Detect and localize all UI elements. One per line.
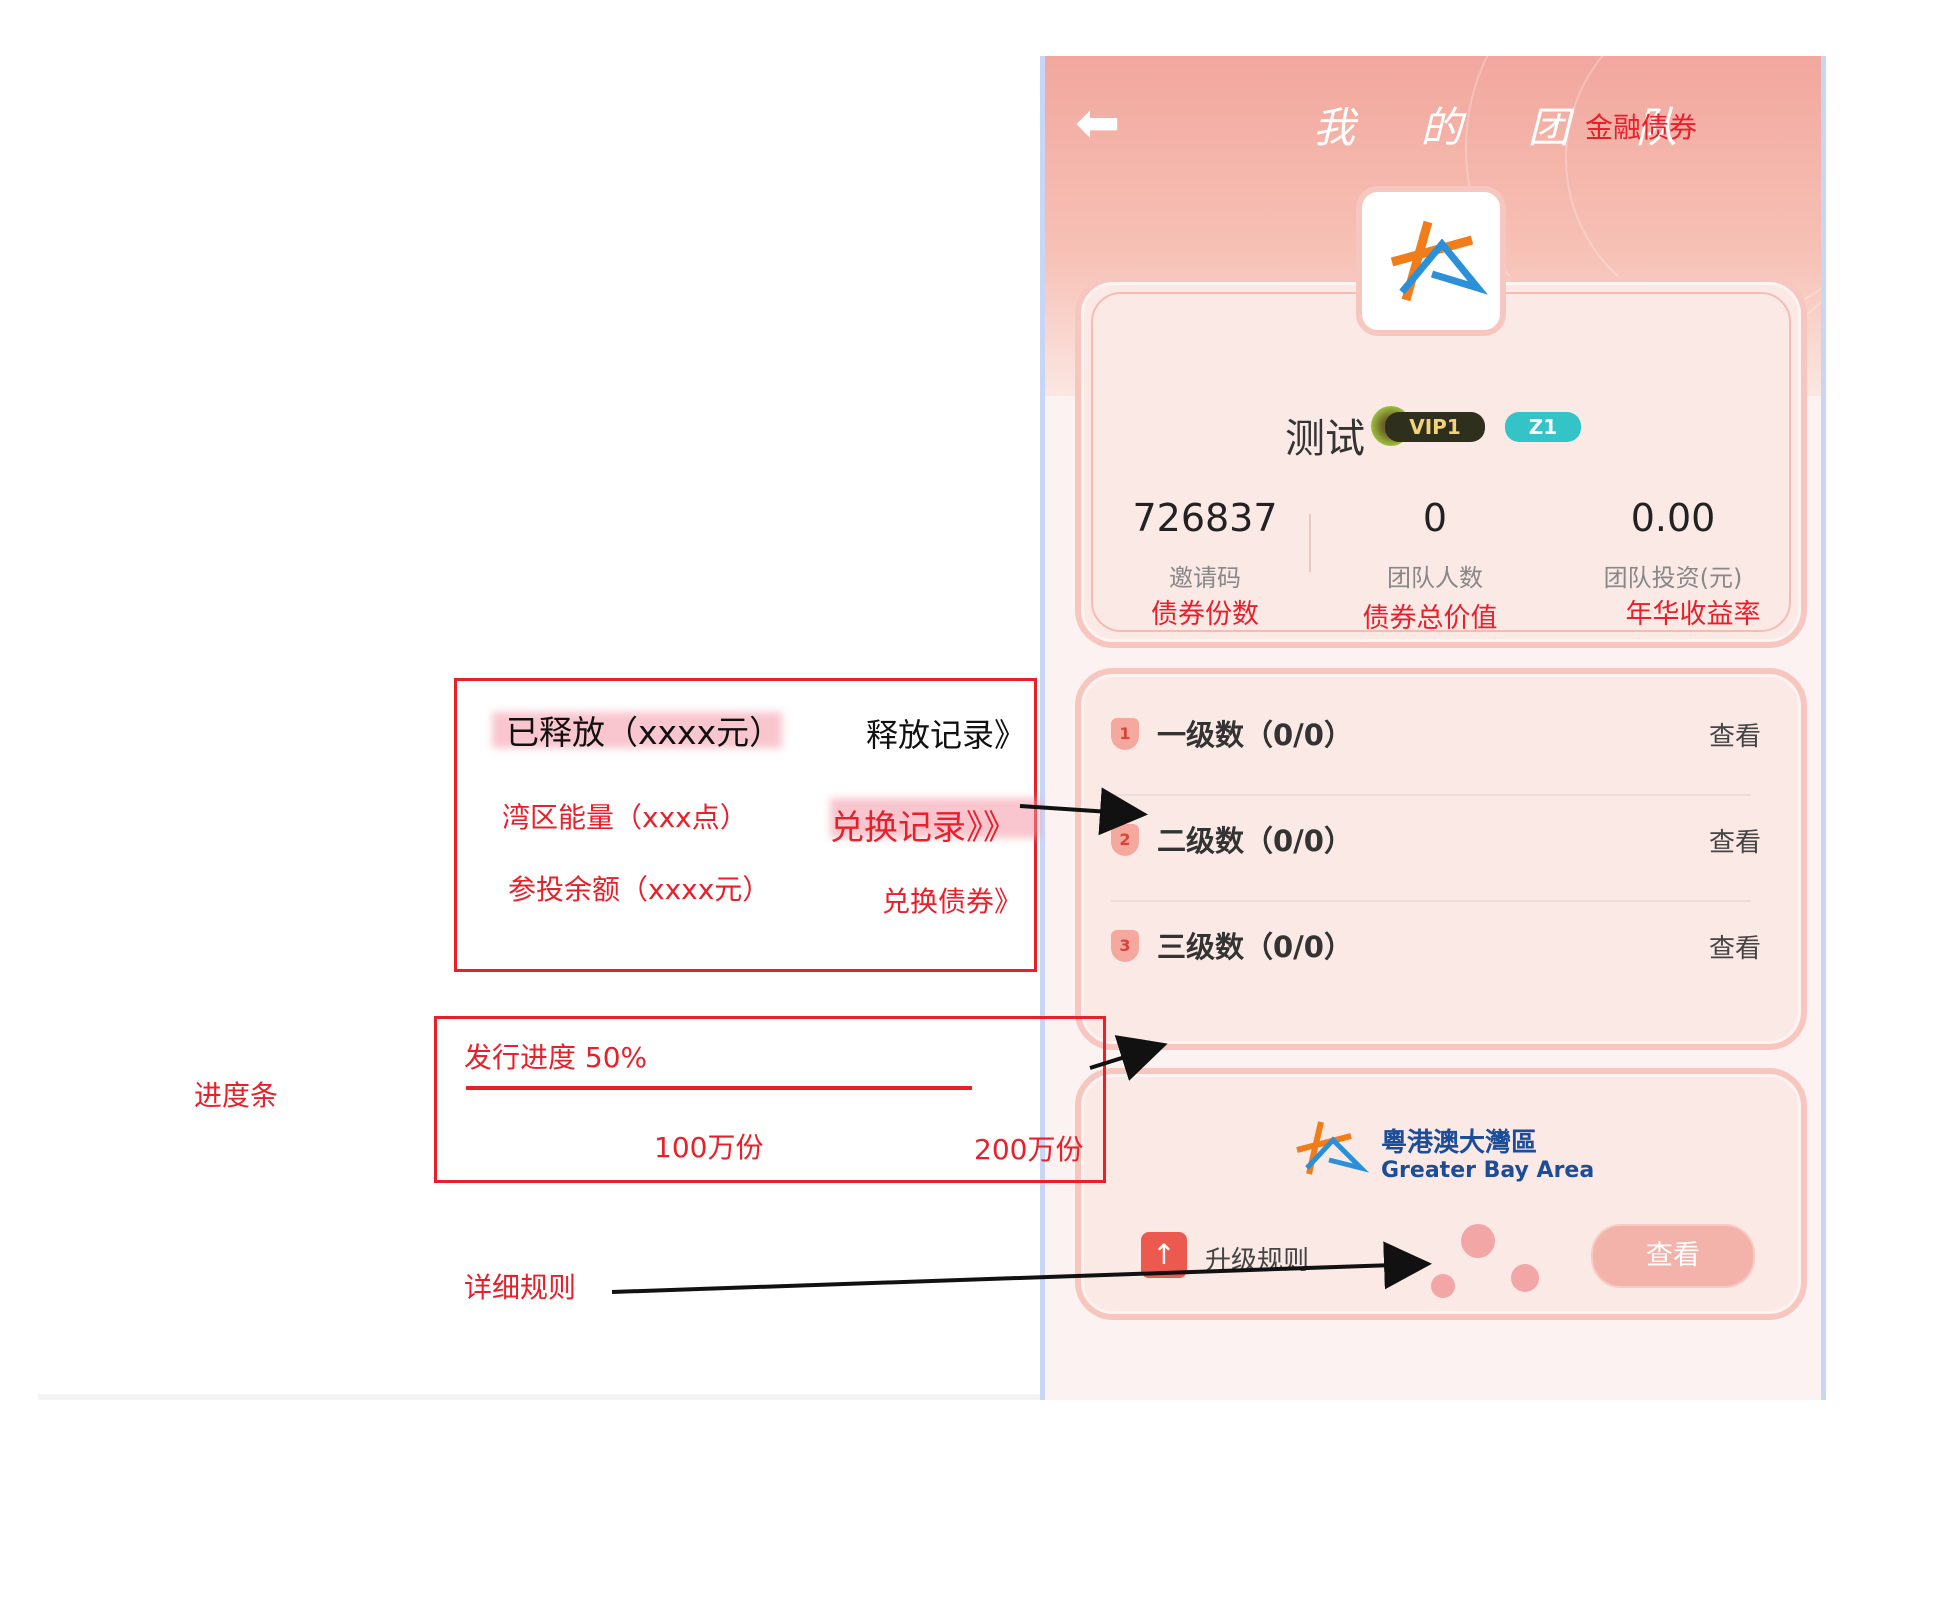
- arrow-to-rules: [611, 1241, 1432, 1294]
- annotation-arrows: [611, 787, 1432, 1294]
- arrow-to-levels: [1019, 787, 1148, 836]
- arrow-to-progress-position: [1089, 1035, 1168, 1081]
